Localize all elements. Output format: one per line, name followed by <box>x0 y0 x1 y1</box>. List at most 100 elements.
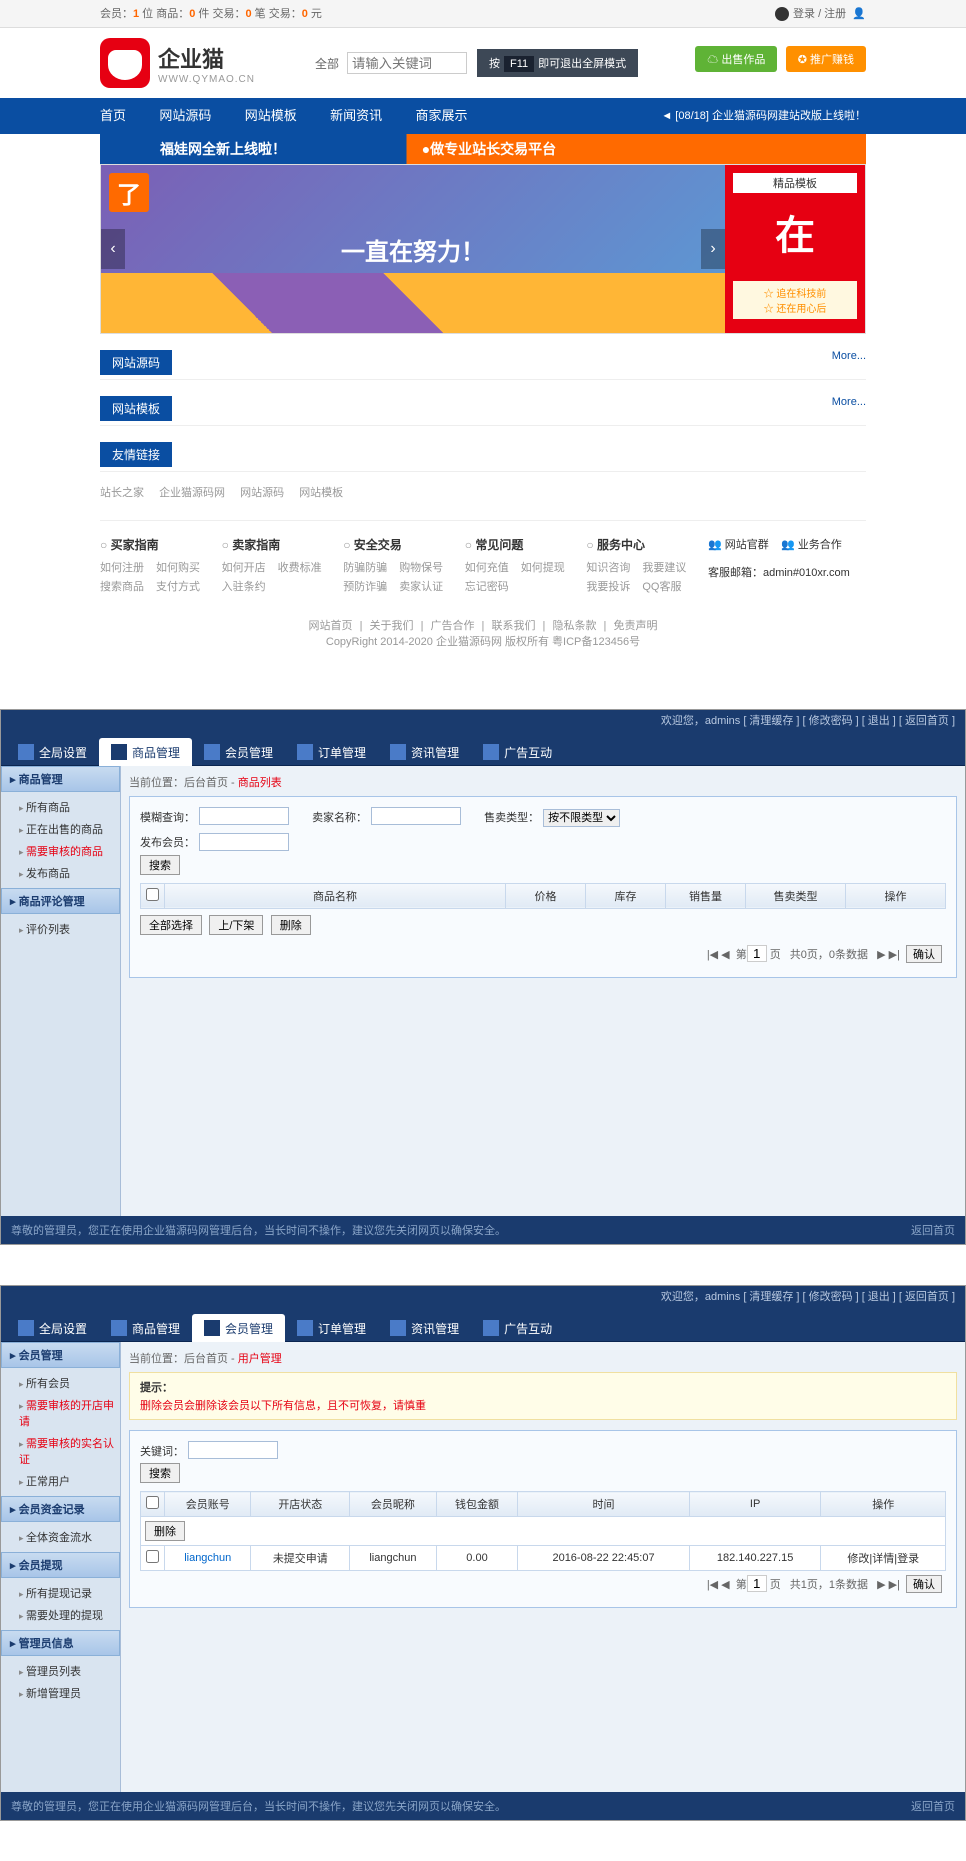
nav-item[interactable]: 网站模板 <box>245 108 297 123</box>
footer-link[interactable]: 如何充值 <box>465 559 509 575</box>
sidebar-item[interactable]: 需要审核的实名认证 <box>1 1432 120 1470</box>
search-category[interactable]: 全部 <box>315 55 339 72</box>
back-home-link[interactable]: 返回首页 <box>911 1222 955 1238</box>
tab-products[interactable]: 商品管理 <box>99 738 192 766</box>
side-header[interactable]: 会员管理 <box>1 1342 120 1368</box>
side-header[interactable]: 会员提现 <box>1 1552 120 1578</box>
footer-link[interactable]: 知识咨询 <box>586 559 630 575</box>
page-input[interactable] <box>747 945 767 962</box>
nav-item[interactable]: 网站源码 <box>159 108 211 123</box>
filter-keyword[interactable] <box>188 1441 278 1459</box>
pager-go[interactable]: 确认 <box>906 1575 942 1593</box>
sidebar-item[interactable]: 新增管理员 <box>1 1682 120 1704</box>
tab-ads[interactable]: 广告互动 <box>471 1314 564 1342</box>
pager-next[interactable]: ▶ ▶| <box>877 1579 900 1591</box>
footer-link[interactable]: 网站首页 <box>309 620 353 632</box>
footer-link[interactable]: 如何购买 <box>156 559 200 575</box>
sidebar-item[interactable]: 发布商品 <box>1 862 120 884</box>
page-input[interactable] <box>747 1575 767 1592</box>
search-button[interactable]: 搜索 <box>140 1463 180 1483</box>
footer-link[interactable]: 入驻条约 <box>222 578 266 594</box>
footer-link[interactable]: 防骗防骗 <box>343 559 387 575</box>
delete-button[interactable]: 删除 <box>271 915 311 935</box>
user-link[interactable]: liangchun <box>184 1552 231 1564</box>
top-link[interactable]: 退出 <box>868 715 890 727</box>
footer-link[interactable]: 忘记密码 <box>465 578 509 594</box>
tab-products[interactable]: 商品管理 <box>99 1314 192 1342</box>
slider-prev[interactable]: ‹ <box>101 229 125 269</box>
side-header[interactable]: 商品管理 <box>1 766 120 792</box>
footer-link[interactable]: QQ客服 <box>642 578 681 594</box>
more-link[interactable]: More... <box>832 396 866 408</box>
footer-link[interactable]: 如何注册 <box>100 559 144 575</box>
side-header[interactable]: 会员资金记录 <box>1 1496 120 1522</box>
tag-link[interactable]: 网站模板 <box>299 487 343 499</box>
tab-news[interactable]: 资讯管理 <box>378 738 471 766</box>
footer-link[interactable]: 卖家认证 <box>399 578 443 594</box>
pager-prev[interactable]: |◀ ◀ <box>707 949 730 961</box>
top-link[interactable]: 清理缓存 <box>749 1291 793 1303</box>
footer-link[interactable]: 购物保号 <box>399 559 443 575</box>
sidebar-item[interactable]: 评价列表 <box>1 918 120 940</box>
row-checkbox[interactable] <box>146 1550 159 1563</box>
footer-link[interactable]: 支付方式 <box>156 578 200 594</box>
select-all-button[interactable]: 全部选择 <box>140 915 202 935</box>
footer-link[interactable]: 搜索商品 <box>100 578 144 594</box>
row-actions[interactable]: 修改|详情|登录 <box>821 1546 946 1571</box>
category-head[interactable]: 网站模板 <box>100 396 172 421</box>
sidebar-item[interactable]: 所有商品 <box>1 796 120 818</box>
sidebar-item[interactable]: 管理员列表 <box>1 1660 120 1682</box>
footer-link[interactable]: 收费标准 <box>278 559 322 575</box>
toggle-button[interactable]: 上/下架 <box>209 915 263 935</box>
sidebar-item[interactable]: 全体资金流水 <box>1 1526 120 1548</box>
tab-news[interactable]: 资讯管理 <box>378 1314 471 1342</box>
sidebar-item[interactable]: 所有提现记录 <box>1 1582 120 1604</box>
tab-members[interactable]: 会员管理 <box>192 738 285 766</box>
side-header[interactable]: 管理员信息 <box>1 1630 120 1656</box>
search-button[interactable]: 搜索 <box>140 855 180 875</box>
logo[interactable]: 企业猫 WWW.QYMAO.CN <box>100 38 255 88</box>
top-link[interactable]: 修改密码 <box>809 1291 853 1303</box>
banner[interactable]: 福娃网全新上线啦！ ●做专业站长交易平台 <box>100 134 866 164</box>
pager-next[interactable]: ▶ ▶| <box>877 949 900 961</box>
footer-link[interactable]: 我要投诉 <box>586 578 630 594</box>
tab-global[interactable]: 全局设置 <box>6 738 99 766</box>
sidebar-item[interactable]: 需要处理的提现 <box>1 1604 120 1626</box>
footer-link[interactable]: 如何开店 <box>222 559 266 575</box>
slide-side[interactable]: 精品模板 在 ☆ 追在科技前 ☆ 还在用心后 <box>725 165 865 333</box>
footer-link[interactable]: 我要建议 <box>642 559 686 575</box>
sidebar-item[interactable]: 正在出售的商品 <box>1 818 120 840</box>
footer-link[interactable]: 联系我们 <box>491 620 535 632</box>
slide-main[interactable]: 了 一直在努力！ <box>101 165 725 333</box>
slider-next[interactable]: › <box>701 229 725 269</box>
top-link[interactable]: 修改密码 <box>809 715 853 727</box>
pager-prev[interactable]: |◀ ◀ <box>707 1579 730 1591</box>
nav-item[interactable]: 首页 <box>100 108 126 123</box>
select-all[interactable] <box>146 888 159 901</box>
tag-link[interactable]: 企业猫源码网 <box>159 487 225 499</box>
login-link[interactable]: 登录 / 注册 👤 <box>775 0 866 28</box>
tab-ads[interactable]: 广告互动 <box>471 738 564 766</box>
top-link[interactable]: 清理缓存 <box>749 715 793 727</box>
top-link[interactable]: 返回首页 <box>905 715 949 727</box>
select-all[interactable] <box>146 1496 159 1509</box>
search-input[interactable] <box>347 52 467 74</box>
footer-link[interactable]: 关于我们 <box>370 620 414 632</box>
filter-publisher[interactable] <box>199 833 289 851</box>
filter-keyword[interactable] <box>199 807 289 825</box>
back-home-link[interactable]: 返回首页 <box>911 1798 955 1814</box>
promote-button[interactable]: ✪ 推广赚钱 <box>786 46 866 72</box>
tag-link[interactable]: 网站源码 <box>240 487 284 499</box>
footer-link[interactable]: 预防诈骗 <box>343 578 387 594</box>
nav-item[interactable]: 新闻资讯 <box>330 108 382 123</box>
pager-go[interactable]: 确认 <box>906 945 942 963</box>
category-head[interactable]: 友情链接 <box>100 442 172 467</box>
footer-link[interactable]: 如何提现 <box>521 559 565 575</box>
filter-seller[interactable] <box>371 807 461 825</box>
filter-type[interactable]: 按不限类型 <box>543 809 620 827</box>
nav-item[interactable]: 商家展示 <box>415 108 467 123</box>
tab-members[interactable]: 会员管理 <box>192 1314 285 1342</box>
sidebar-item[interactable]: 正常用户 <box>1 1470 120 1492</box>
footer-link[interactable]: 广告合作 <box>431 620 475 632</box>
delete-button[interactable]: 删除 <box>145 1521 185 1541</box>
